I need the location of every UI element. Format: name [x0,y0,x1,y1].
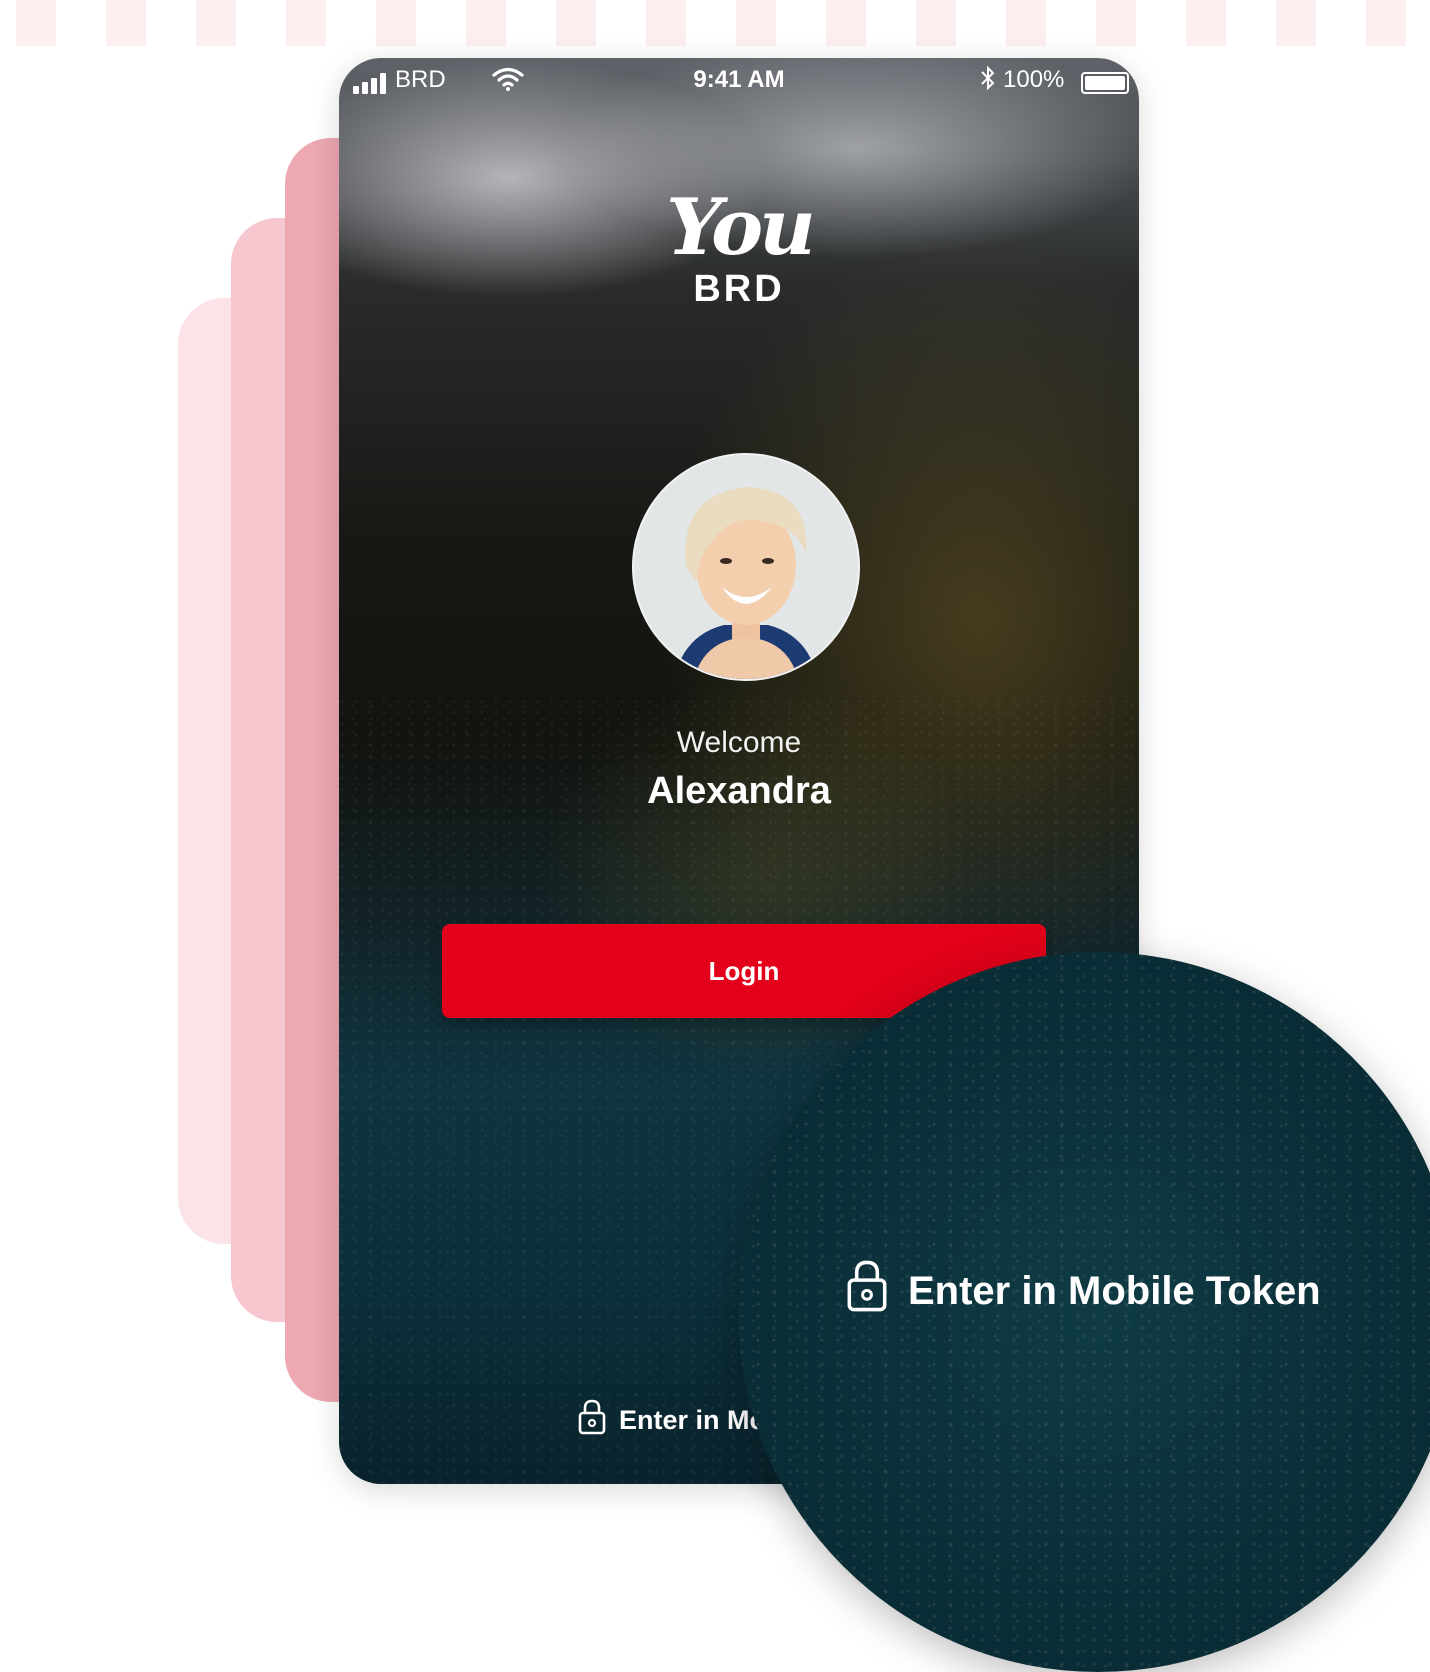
bluetooth-icon [979,64,997,99]
decorative-stripe [0,0,1430,46]
logo-script: You [666,182,816,273]
lock-icon [577,1398,607,1443]
magnified-token-label: Enter in Mobile Token [908,1268,1321,1313]
battery-icon [1081,72,1129,94]
magnifier-zoom: Enter in Mobile Token [738,952,1430,1672]
user-name: Alexandra [647,770,831,812]
welcome-text: Welcome [676,726,802,759]
mobile-token-link[interactable]: Enter in Mo [577,1398,766,1443]
logo-name: BRD [693,268,785,310]
brand-logo: You BRD [339,182,1139,311]
avatar[interactable] [632,453,860,681]
battery-percentage: 100% [1003,66,1065,93]
status-bar: BRD 9:41 AM 100% [339,58,1139,106]
magnified-token-link[interactable]: Enter in Mobile Token [844,1258,1321,1324]
mobile-token-label: Enter in Mo [619,1405,766,1435]
lock-icon [844,1258,890,1324]
